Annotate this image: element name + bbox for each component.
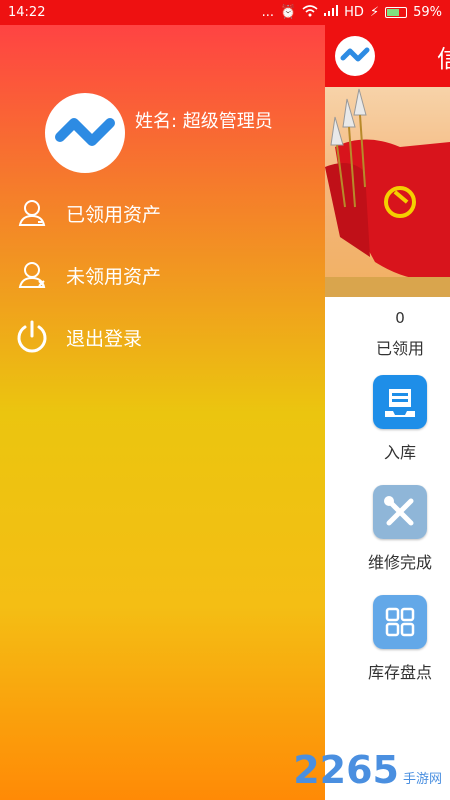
assigned-count: 0: [395, 309, 405, 327]
signal-icon: [324, 5, 339, 20]
menu-item-label: 已领用资产: [66, 203, 162, 226]
watermark-sub: 手游网: [402, 772, 442, 787]
inbox-icon: [373, 375, 427, 429]
user-icon: [14, 195, 50, 231]
network-type: HD: [344, 5, 364, 20]
main-header: 信: [325, 25, 450, 87]
charging-icon: ⚡: [369, 5, 380, 20]
profile-name: 姓名: 超级管理员: [135, 111, 273, 132]
app-logo-icon[interactable]: [335, 36, 375, 76]
stock-in-button[interactable]: 入库: [325, 375, 450, 463]
status-bar: 14:22 ... ⏰ HD ⚡ 59%: [0, 0, 450, 25]
menu-item-assigned-assets[interactable]: 已领用资产: [14, 195, 161, 231]
menu-item-label: 未领用资产: [66, 265, 162, 288]
battery-percent: 59%: [413, 5, 442, 20]
stock-in-label: 入库: [383, 443, 416, 462]
inventory-check-button[interactable]: 库存盘点: [325, 595, 450, 683]
banner-image: [325, 87, 450, 297]
repair-complete-label: 维修完成: [367, 553, 432, 572]
status-time: 14:22: [8, 5, 46, 20]
alarm-off-icon: ⏰: [279, 5, 297, 20]
navigation-drawer: 姓名: 超级管理员 已领用资产 未领用资产 退出登录: [0, 25, 325, 800]
header-title: 信: [437, 45, 450, 73]
avatar[interactable]: [45, 93, 125, 173]
menu-item-label: 退出登录: [66, 327, 143, 350]
battery-icon: [385, 7, 408, 18]
repair-complete-button[interactable]: 维修完成: [325, 485, 450, 573]
status-icons: ... ⏰ HD ⚡ 59%: [261, 4, 442, 21]
menu-item-unassigned-assets[interactable]: 未领用资产: [14, 257, 161, 293]
watermark-brand: 2265: [293, 748, 399, 792]
inventory-check-label: 库存盘点: [367, 663, 432, 682]
watermark-logo: 2265 手游网: [293, 748, 442, 792]
more-dots-icon: ...: [261, 5, 274, 20]
user-x-icon: [14, 257, 50, 293]
main-content: 信 0 已领用 入库 维修完成 库存盘点: [325, 25, 450, 800]
wifi-icon: [302, 4, 318, 21]
grid-icon: [373, 595, 427, 649]
assigned-count-label: 已领用: [375, 339, 424, 358]
repair-tools-icon: [373, 485, 427, 539]
menu-item-logout[interactable]: 退出登录: [14, 319, 142, 355]
power-icon: [14, 319, 50, 355]
